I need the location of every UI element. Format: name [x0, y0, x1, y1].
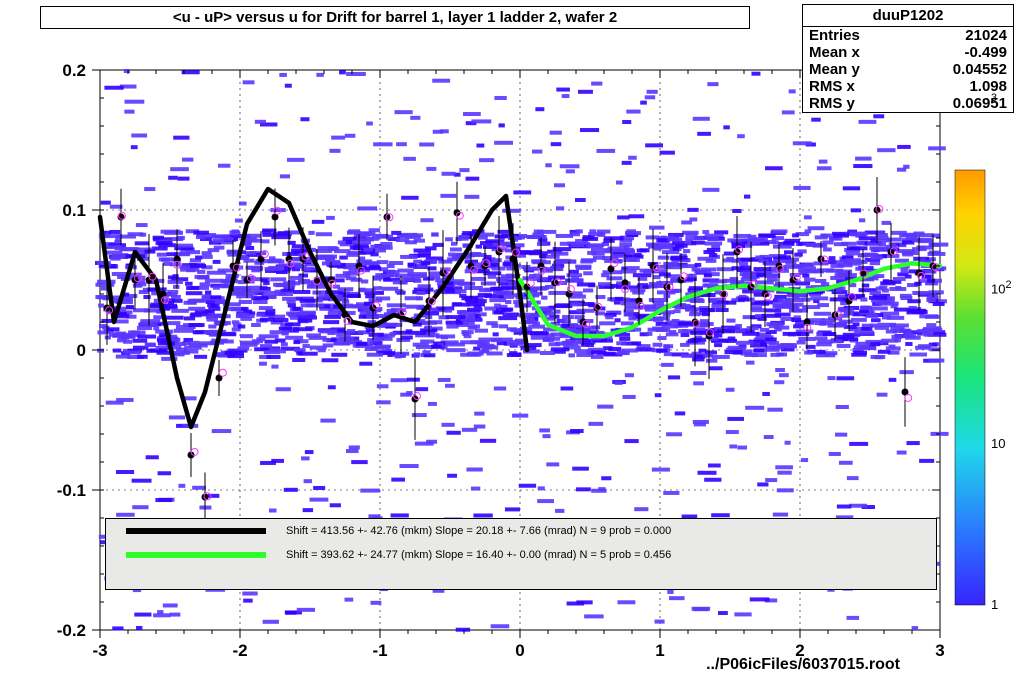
page-title: <u - uP> versus u for Drift for barrel 1…: [40, 6, 750, 29]
x-tick-label: 1: [655, 641, 664, 660]
stats-box: duuP1202 Entries21024Mean x-0.499Mean y0…: [802, 4, 1014, 113]
stats-row: Mean y0.04552: [803, 61, 1013, 78]
y-tick-label: -0.1: [57, 481, 86, 500]
stats-row: Entries21024: [803, 27, 1013, 44]
legend-swatch: [126, 528, 266, 534]
fit-legend: Shift = 413.56 +- 42.76 (mkm) Slope = 20…: [105, 518, 937, 590]
x-tick-label: -1: [372, 641, 387, 660]
y-tick-label: 0.2: [62, 61, 86, 80]
x-tick-label: 0: [515, 641, 524, 660]
legend-text: Shift = 393.62 +- 24.77 (mkm) Slope = 16…: [286, 549, 671, 561]
stats-row: Mean x-0.499: [803, 44, 1013, 61]
colorbar-tick-label: 10: [991, 436, 1005, 451]
y-tick-label: -0.2: [57, 621, 86, 640]
colorbar-tick-label: 102: [991, 279, 1012, 296]
colorbar-tick-label: 1: [991, 597, 998, 612]
y-tick-label: 0: [77, 341, 86, 360]
stats-row: RMS x1.098: [803, 78, 1013, 95]
file-path-label: ../P06icFiles/6037015.root: [706, 656, 900, 674]
legend-swatch: [126, 552, 266, 558]
legend-row: Shift = 413.56 +- 42.76 (mkm) Slope = 20…: [106, 519, 936, 543]
colorbar-tick-label: 3: [991, 92, 997, 109]
x-tick-label: 3: [935, 641, 944, 660]
legend-row: Shift = 393.62 +- 24.77 (mkm) Slope = 16…: [106, 543, 936, 567]
y-tick-label: 0.1: [62, 201, 86, 220]
legend-text: Shift = 413.56 +- 42.76 (mkm) Slope = 20…: [286, 525, 671, 537]
x-tick-label: -3: [92, 641, 107, 660]
x-tick-label: -2: [232, 641, 247, 660]
title-text: <u - uP> versus u for Drift for barrel 1…: [173, 9, 617, 26]
colorbar: [955, 170, 985, 605]
stats-name: duuP1202: [803, 5, 1013, 27]
stats-row: RMS y0.06951: [803, 95, 1013, 112]
